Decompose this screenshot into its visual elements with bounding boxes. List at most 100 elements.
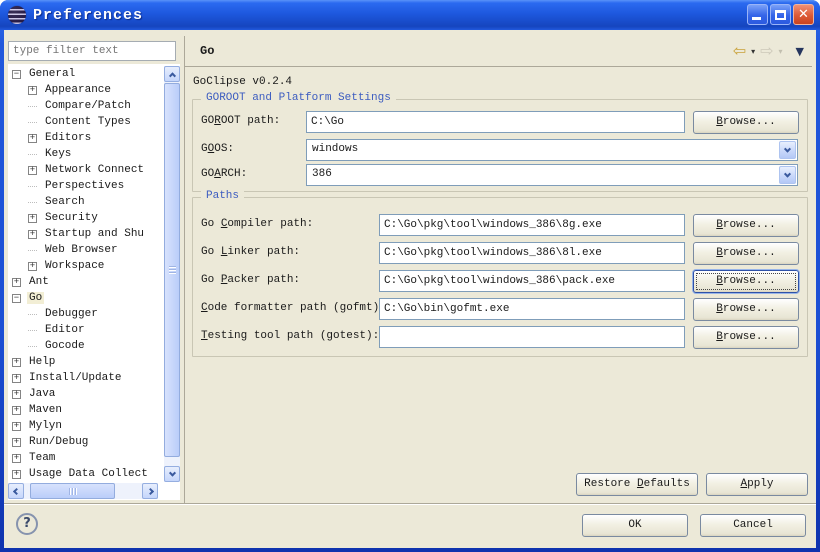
tree-item-ant[interactable]: +Ant (8, 274, 163, 290)
tree-item-security[interactable]: +Security (8, 210, 163, 226)
scroll-up-button[interactable] (164, 66, 180, 82)
minimize-button[interactable] (747, 4, 768, 25)
thumb-grip-icon (69, 488, 77, 495)
go-compiler-path-browse-button[interactable]: Browse... (693, 214, 799, 237)
tree-item-gocode[interactable]: Gocode (8, 338, 163, 354)
tree-item-go[interactable]: −Go (8, 290, 163, 306)
apply-button[interactable]: Apply (706, 473, 808, 496)
back-arrow-icon[interactable]: ⇦ (733, 43, 746, 59)
close-button[interactable]: ✕ (793, 4, 814, 25)
expand-icon[interactable]: + (12, 454, 21, 463)
chevron-down-icon (168, 469, 175, 476)
tree-item-editor[interactable]: Editor (8, 322, 163, 338)
goarch-selected-value: 386 (312, 168, 332, 180)
group-legend: GOROOT and Platform Settings (201, 92, 396, 104)
go-compiler-path-label: Go Compiler path: (201, 218, 313, 230)
tree-item-team[interactable]: +Team (8, 450, 163, 466)
goos-combo[interactable]: windows (306, 139, 798, 161)
help-button[interactable]: ? (16, 513, 38, 535)
code-formatter-path-browse-button[interactable]: Browse... (693, 298, 799, 321)
scroll-left-button[interactable] (8, 483, 24, 499)
expand-icon[interactable]: + (12, 470, 21, 479)
horizontal-scroll-thumb[interactable] (30, 483, 115, 499)
expand-icon[interactable]: + (12, 390, 21, 399)
tree-item-label: Install/Update (27, 372, 123, 384)
go-linker-path-browse-button[interactable]: Browse... (693, 242, 799, 265)
tree-item-label: Appearance (43, 84, 113, 96)
goroot-path-input[interactable] (306, 111, 685, 133)
scroll-right-button[interactable] (142, 483, 158, 499)
expand-icon[interactable]: + (28, 134, 37, 143)
group-legend: Paths (201, 190, 244, 202)
goarch-combo[interactable]: 386 (306, 164, 798, 186)
tree-item-install-update[interactable]: + Install/Update (8, 370, 163, 386)
tree-vertical-scrollbar[interactable] (164, 66, 180, 482)
ok-button[interactable]: OK (582, 514, 688, 537)
tree-item-mylyn[interactable]: +Mylyn (8, 418, 163, 434)
tree-item-startup-and-shutdown[interactable]: +Startup and Shu (8, 226, 163, 242)
go-packer-path-browse-button[interactable]: Browse... (693, 270, 799, 293)
expand-icon[interactable]: + (12, 422, 21, 431)
goroot-browse-button[interactable]: Browse... (693, 111, 799, 134)
forward-arrow-icon: ⇨ (760, 43, 773, 59)
expand-icon[interactable]: + (28, 214, 37, 223)
tree-item-label: Maven (27, 404, 64, 416)
titlebar[interactable]: Preferences ✕ (0, 0, 820, 30)
tree-item-web-browser[interactable]: Web Browser (8, 242, 163, 258)
tree-item-keys[interactable]: Keys (8, 146, 163, 162)
forward-menu-caret-icon: ▾ (779, 47, 783, 56)
collapse-icon[interactable]: − (12, 70, 21, 79)
chevron-down-icon (784, 170, 791, 177)
tree-item-run-debug[interactable]: +Run/Debug (8, 434, 163, 450)
tree-item-network-connections[interactable]: + Network Connect (8, 162, 163, 178)
vertical-scroll-thumb[interactable] (164, 83, 180, 457)
combo-dropdown-button[interactable] (779, 141, 796, 159)
panel-divider (184, 36, 185, 503)
tree-item-label: Network Connect (43, 164, 146, 176)
back-menu-caret-icon[interactable]: ▾ (751, 47, 755, 56)
tree-item-search[interactable]: Search (8, 194, 163, 210)
footer-divider (4, 503, 816, 505)
code-formatter-path-input[interactable] (379, 298, 685, 320)
expand-icon[interactable]: + (28, 230, 37, 239)
tree-item-content-types[interactable]: Content Types (8, 114, 163, 130)
scroll-down-button[interactable] (164, 466, 180, 482)
expand-icon[interactable]: + (12, 406, 21, 415)
tree-item-java[interactable]: +Java (8, 386, 163, 402)
tree-item-workspace[interactable]: +Workspace (8, 258, 163, 274)
combo-dropdown-button[interactable] (779, 166, 796, 184)
expand-icon[interactable]: + (12, 374, 21, 383)
expand-icon[interactable]: + (12, 438, 21, 447)
tree-item-perspectives[interactable]: Perspectives (8, 178, 163, 194)
thumb-grip-icon (169, 266, 176, 274)
collapse-icon[interactable]: − (12, 294, 21, 303)
preferences-tree[interactable]: −General + Appearance Compare/PatchContent … (8, 64, 180, 500)
expand-icon[interactable]: + (12, 358, 21, 367)
testing-tool-path-browse-button[interactable]: Browse... (693, 326, 799, 349)
go-compiler-path-input[interactable] (379, 214, 685, 236)
tree-item-label: Usage Data Collect (27, 468, 150, 480)
tree-item-usage-data-collector[interactable]: + Usage Data Collect (8, 466, 163, 482)
tree-item-maven[interactable]: + Maven (8, 402, 163, 418)
restore-defaults-button[interactable]: Restore Defaults (576, 473, 698, 496)
tree-horizontal-scrollbar[interactable] (8, 483, 158, 499)
tree-item-help[interactable]: +Help (8, 354, 163, 370)
view-menu-icon[interactable]: ▼ (796, 45, 804, 58)
testing-tool-path-label: Testing tool path (gotest): (201, 330, 379, 342)
tree-item-compare-patch[interactable]: Compare/Patch (8, 98, 163, 114)
expand-icon[interactable]: + (28, 262, 37, 271)
filter-input[interactable] (8, 41, 176, 61)
tree-item-editors[interactable]: +Editors (8, 130, 163, 146)
go-packer-path-input[interactable] (379, 270, 685, 292)
tree-item-appearance[interactable]: + Appearance (8, 82, 163, 98)
cancel-button[interactable]: Cancel (700, 514, 806, 537)
tree-item-general[interactable]: −General (8, 66, 163, 82)
tree-leaf-dash (28, 118, 37, 127)
go-linker-path-input[interactable] (379, 242, 685, 264)
testing-tool-path-input[interactable] (379, 326, 685, 348)
tree-item-debugger[interactable]: Debugger (8, 306, 163, 322)
maximize-button[interactable] (770, 4, 791, 25)
expand-icon[interactable]: + (28, 86, 37, 95)
expand-icon[interactable]: + (28, 166, 37, 175)
expand-icon[interactable]: + (12, 278, 21, 287)
